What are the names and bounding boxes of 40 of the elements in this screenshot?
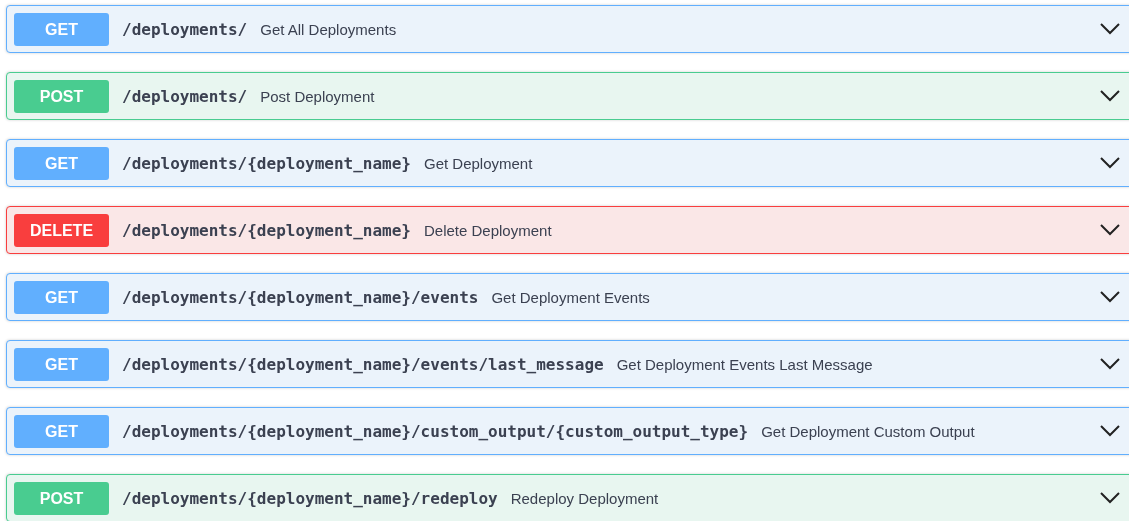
chevron-icon[interactable] [1100,425,1120,437]
operation-bar[interactable]: POST /deployments/ Post Deployment [6,72,1129,120]
chevron-icon[interactable] [1100,23,1120,35]
endpoint-path: /deployments/{deployment_name}/custom_output/{custom_output_type} [122,421,749,441]
endpoint-summary: Get Deployment Custom Output [761,422,975,440]
endpoint-summary: Post Deployment [260,87,375,105]
chevron-icon[interactable] [1100,90,1120,102]
operation-bar[interactable]: GET /deployments/{deployment_name}/events/last_message Get Deployment Events Last Message [6,340,1129,388]
endpoint-path: /deployments/{deployment_name}/events [122,287,479,307]
operation-bar[interactable]: GET /deployments/{deployment_name}/events Get Deployment Events [6,273,1129,321]
operation-bar[interactable]: DELETE /deployments/{deployment_name} Delete Deployment [6,206,1129,254]
endpoint-summary: Redeploy Deployment [510,489,659,507]
method-badge: POST [14,481,109,515]
endpoint-summary: Get Deployment Events Last Message [616,355,873,373]
endpoint-path: /deployments/{deployment_name} [122,153,411,173]
method-badge: GET [14,347,109,381]
chevron-icon[interactable] [1100,492,1120,504]
operation-bar[interactable]: GET /deployments/{deployment_name}/custom_output/{custom_output_type} Get Deployment Custom Output [6,407,1129,455]
endpoint-summary: Get All Deployments [260,20,397,38]
chevron-icon[interactable] [1100,224,1120,236]
chevron-icon[interactable] [1100,157,1120,169]
method-badge: GET [14,280,109,314]
endpoint-summary: Get Deployment [424,154,533,172]
method-badge: DELETE [14,213,109,247]
endpoint-path: /deployments/ [122,19,248,39]
operation-bar[interactable]: POST /deployments/{deployment_name}/redeploy Redeploy Deployment [6,474,1129,521]
endpoint-path: /deployments/{deployment_name}/redeploy [122,488,498,508]
operation-bar[interactable]: GET /deployments/ Get All Deployments [6,5,1129,53]
endpoint-path: /deployments/{deployment_name} [122,220,411,240]
method-badge: GET [14,414,109,448]
method-badge: POST [14,79,109,113]
operation-bar[interactable]: GET /deployments/{deployment_name} Get Deployment [6,139,1129,187]
method-badge: GET [14,146,109,180]
chevron-icon[interactable] [1100,358,1120,370]
endpoint-summary: Delete Deployment [424,221,552,239]
endpoint-path: /deployments/{deployment_name}/events/last_message [122,354,604,374]
chevron-icon[interactable] [1100,291,1120,303]
endpoint-summary: Get Deployment Events [491,288,650,306]
endpoint-path: /deployments/ [122,86,248,106]
method-badge: GET [14,12,109,46]
